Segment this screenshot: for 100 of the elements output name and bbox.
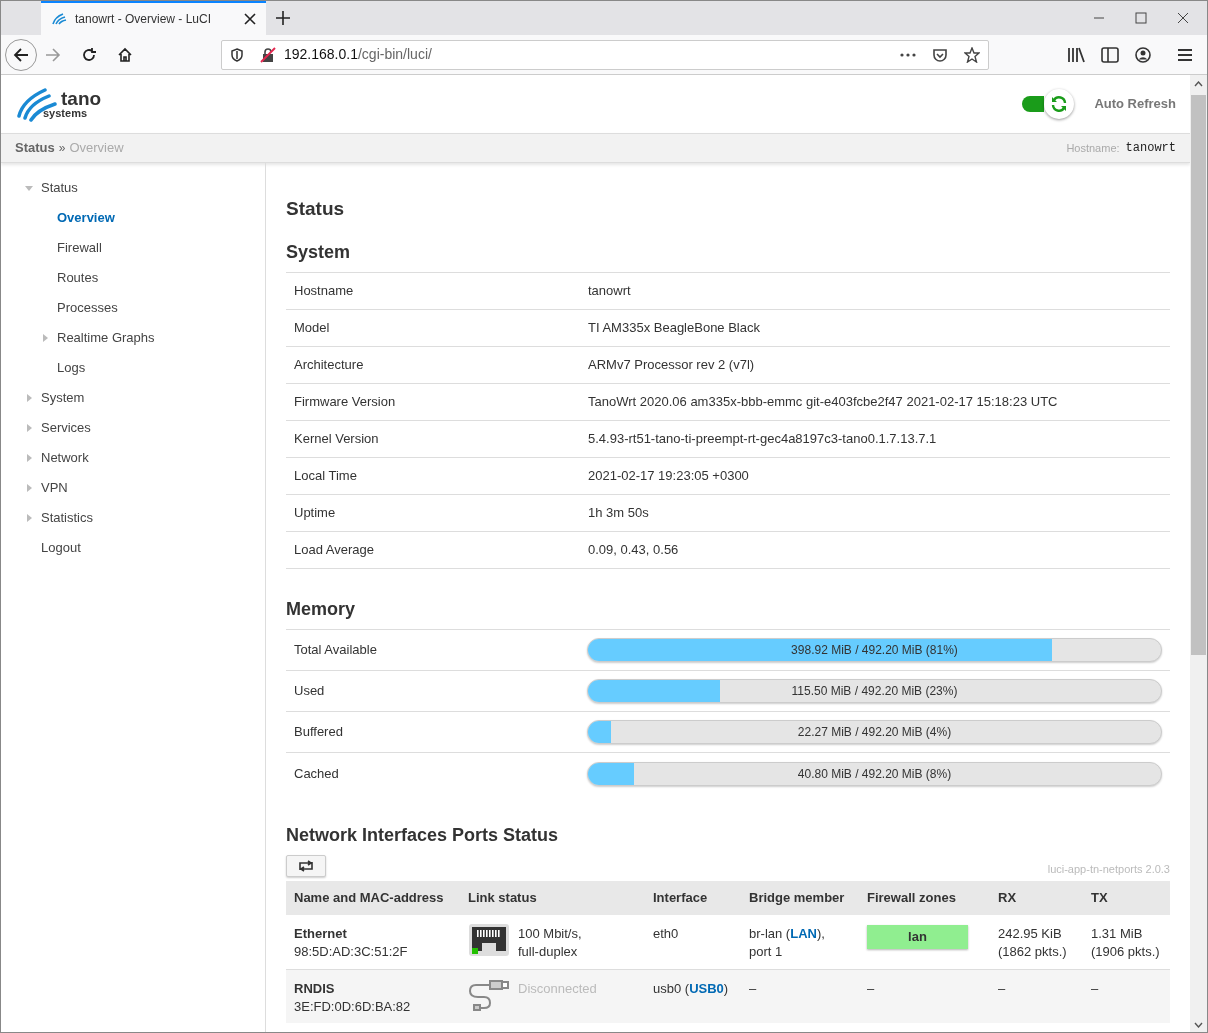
sidebar-item[interactable]: Routes — [57, 268, 99, 288]
sidebar-item[interactable]: VPN — [41, 478, 68, 498]
new-tab-icon[interactable] — [276, 11, 290, 25]
field-value: tanowrt — [588, 282, 631, 301]
back-arrow-icon — [13, 46, 29, 63]
firewall-zone: – — [867, 981, 875, 996]
pocket-icon[interactable] — [932, 46, 948, 63]
insecure-lock-icon[interactable] — [260, 46, 276, 63]
breadcrumb-current: Overview — [69, 139, 124, 158]
close-icon[interactable] — [244, 13, 256, 25]
bridge-member: br-lan (LAN), port 1 — [749, 925, 826, 961]
progress-reading: 22.27 MiB / 492.20 MiB (4%) — [797, 724, 952, 741]
sidebar-item[interactable]: Firewall — [57, 238, 102, 258]
address-bar[interactable]: 192.168.0.1/cgi-bin/luci/ — [221, 39, 989, 70]
interface-name: eth0 — [653, 926, 679, 941]
field-label: Buffered — [294, 723, 344, 742]
field-value: 1h 3m 50s — [588, 504, 649, 523]
zone-link[interactable]: USB0 — [689, 981, 724, 996]
auto-refresh-toggle[interactable] — [1022, 88, 1075, 120]
logo-text: tano — [61, 89, 102, 108]
column-header: RX — [998, 889, 1018, 908]
link-status: 100 Mbit/s, full-duplex — [518, 925, 582, 961]
port-name: Ethernet — [294, 925, 348, 943]
browser-tab[interactable]: tanowrt - Overview - LuCI — [41, 1, 266, 35]
close-icon[interactable] — [1177, 12, 1189, 24]
field-label: Uptime — [294, 504, 337, 523]
sidebar-item[interactable]: Status — [41, 178, 78, 198]
sidebar-icon[interactable] — [1101, 46, 1119, 63]
sidebar-item[interactable]: Overview — [57, 208, 115, 228]
field-label: Firmware Version — [294, 393, 397, 412]
column-header: Link status — [468, 889, 538, 908]
field-value: TanoWrt 2020.06 am335x-bbb-emmc git-e403fcbe2f47 2021-02-17 15:18:23 UTC — [588, 393, 1058, 412]
breadcrumb-link[interactable]: Status — [15, 138, 55, 158]
column-header: Name and MAC-address — [294, 889, 445, 908]
field-label: Total Available — [294, 641, 378, 660]
swap-button[interactable] — [286, 855, 326, 877]
interface-name: usb0 (USB0) — [653, 981, 729, 996]
sidebar-item[interactable]: Network — [41, 448, 89, 468]
home-icon[interactable] — [117, 46, 133, 63]
page-title: Status — [286, 197, 346, 221]
field-label: Model — [294, 319, 331, 338]
sidebar-item[interactable]: Processes — [57, 298, 118, 318]
sidebar-item[interactable]: Services — [41, 418, 91, 438]
field-value: ARMv7 Processor rev 2 (v7l) — [588, 356, 755, 375]
breadcrumb-separator: » — [58, 140, 66, 157]
star-icon[interactable] — [964, 46, 980, 63]
sidebar-item[interactable]: Logs — [57, 358, 86, 378]
scroll-up-icon[interactable] — [1194, 81, 1203, 87]
column-header: TX — [1091, 889, 1109, 908]
field-value: TI AM335x BeagleBone Black — [588, 319, 760, 338]
account-icon[interactable] — [1135, 46, 1151, 63]
sidebar-item[interactable]: System — [41, 388, 85, 408]
scrollbar-thumb[interactable] — [1191, 95, 1206, 655]
column-header: Bridge member — [749, 889, 846, 908]
logo-subtext: systems — [43, 108, 89, 119]
zone-link[interactable]: LAN — [790, 926, 817, 941]
menu-icon[interactable] — [1177, 47, 1193, 62]
sidebar-item[interactable]: Realtime Graphs — [57, 328, 155, 348]
mac-address: 98:5D:AD:3C:51:2F — [294, 943, 409, 961]
scrollbar[interactable] — [1190, 75, 1207, 1032]
swap-arrows-icon — [297, 860, 315, 872]
toggle-knob[interactable] — [1044, 89, 1075, 119]
port-name: RNDIS — [294, 980, 336, 998]
tab-title: tanowrt - Overview - LuCI — [75, 11, 213, 28]
progress-reading: 115.50 MiB / 492.20 MiB (23%) — [791, 683, 958, 700]
toggle-track[interactable] — [1022, 96, 1045, 112]
firewall-zone-badge: lan — [867, 925, 968, 949]
forward-arrow-icon[interactable] — [45, 46, 61, 63]
maximize-icon[interactable] — [1135, 12, 1147, 24]
field-label: Kernel Version — [294, 430, 380, 449]
progress-reading: 40.80 MiB / 492.20 MiB (8%) — [797, 765, 952, 783]
tx-value: – — [1091, 980, 1100, 998]
tx-value: 1.31 MiB (1906 pkts.) — [1091, 925, 1161, 961]
site-favicon — [51, 13, 67, 25]
reload-icon[interactable] — [81, 46, 97, 63]
link-status: Disconnected — [518, 980, 597, 998]
rx-value: – — [998, 980, 1007, 998]
shield-icon[interactable] — [230, 47, 244, 62]
sidebar-item[interactable]: Statistics — [41, 508, 93, 528]
more-icon[interactable] — [900, 52, 916, 57]
progress-reading: 398.92 MiB / 492.20 MiB (81%) — [791, 642, 958, 659]
section-title: Network Interfaces Ports Status — [286, 824, 560, 847]
field-value: 5.4.93-rt51-tano-ti-preempt-rt-gec4a8197c3-tano0.1.7.13.7.1 — [588, 430, 937, 449]
rx-value: 242.95 KiB (1862 pkts.) — [998, 925, 1068, 961]
field-label: Hostname — [294, 282, 355, 301]
field-label: Used — [294, 682, 326, 701]
library-icon[interactable] — [1067, 46, 1085, 63]
url-text: 192.168.0.1/cgi-bin/luci/ — [284, 45, 433, 64]
version-text: luci-app-tn-netports 2.0.3 — [1047, 861, 1170, 877]
field-label: Cached — [294, 764, 340, 783]
sidebar-item[interactable]: Logout — [41, 538, 81, 558]
field-value: 0.09, 0.43, 0.56 — [588, 541, 679, 560]
column-header: Interface — [653, 889, 709, 908]
column-header: Firewall zones — [867, 889, 957, 908]
section-title: Memory — [286, 596, 1170, 630]
section-title: System — [286, 239, 1170, 273]
field-label: Local Time — [294, 467, 358, 486]
bridge-member: – — [749, 981, 757, 996]
scroll-down-icon[interactable] — [1194, 1022, 1203, 1028]
mac-address: 3E:FD:0D:6D:BA:82 — [294, 998, 412, 1016]
